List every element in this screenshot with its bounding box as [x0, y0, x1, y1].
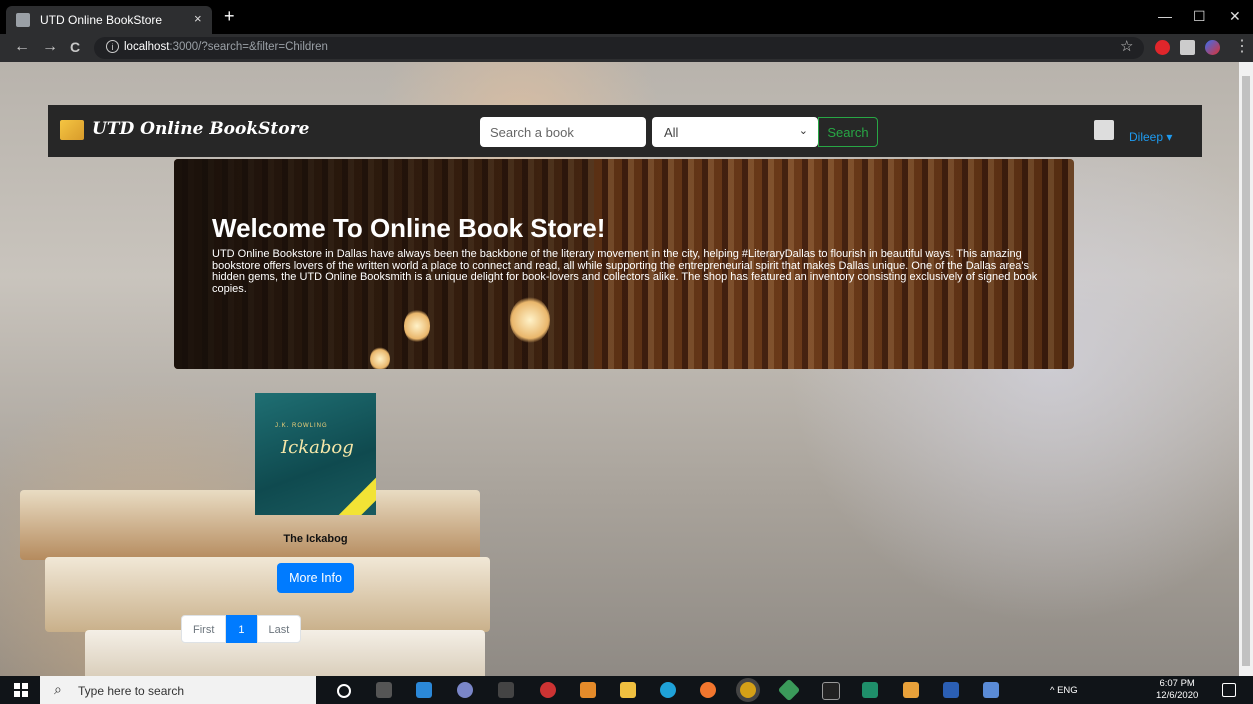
book-title: The Ickabog [283, 533, 348, 545]
address-toolbar: ← → C i localhost:3000/?search=&filter=C… [0, 34, 1253, 62]
task-view-icon[interactable] [376, 682, 392, 698]
chevron-down-icon: ⌄ [798, 125, 808, 137]
word-icon[interactable] [943, 682, 959, 698]
cover-ribbon [337, 466, 376, 515]
windows-start-icon[interactable] [14, 683, 28, 697]
tab-close-icon[interactable]: × [194, 11, 202, 26]
banner-title: Welcome To Online Book Store! [212, 213, 606, 243]
new-tab-icon[interactable]: + [224, 7, 235, 25]
taskbar-clock[interactable]: 6:07 PM 12/6/2020 [1156, 678, 1198, 702]
lamp-decoration [370, 347, 390, 369]
app-r-icon[interactable] [457, 682, 473, 698]
site-info-icon[interactable]: i [106, 40, 119, 53]
welcome-banner: Welcome To Online Book Store! UTD Online… [174, 159, 1074, 369]
app-orange-icon[interactable] [580, 682, 596, 698]
forward-icon[interactable]: → [42, 39, 58, 55]
bookmark-star-icon[interactable]: ☆ [1120, 39, 1133, 55]
network-app-icon[interactable] [983, 682, 999, 698]
url-path: :3000/?search=&filter=Children [169, 41, 328, 53]
sublime-icon[interactable] [903, 682, 919, 698]
bookstore-logo-icon[interactable] [60, 120, 84, 140]
app-green-icon[interactable] [862, 682, 878, 698]
window-close-icon[interactable]: ✕ [1229, 8, 1241, 25]
page-last-button[interactable]: Last [256, 615, 302, 643]
console-icon[interactable] [822, 682, 840, 700]
git-icon[interactable] [777, 678, 801, 702]
site-navbar: UTD Online BookStore All ⌄ Search Dileep… [48, 105, 1202, 157]
scrollbar-thumb[interactable] [1242, 76, 1250, 666]
app-spider-icon[interactable] [540, 682, 556, 698]
back-icon[interactable]: ← [14, 39, 30, 55]
browser-tab-bar: UTD Online BookStore × + — ☐ ✕ [0, 0, 1253, 34]
url-host: localhost [124, 41, 170, 53]
mail-icon[interactable] [416, 682, 432, 698]
more-info-button[interactable]: More Info [277, 563, 354, 593]
book-cover-image[interactable]: J.K. ROWLING Ickabog [255, 393, 376, 515]
edge-icon[interactable] [660, 682, 676, 698]
user-dropdown[interactable]: Dileep ▾ [1129, 130, 1172, 144]
cortana-icon[interactable] [337, 684, 351, 698]
browser-tab[interactable]: UTD Online BookStore × [6, 6, 212, 34]
cover-title: Ickabog [281, 437, 354, 458]
firefox-icon[interactable] [700, 682, 716, 698]
cart-icon[interactable] [1094, 120, 1114, 140]
url-bar[interactable]: i localhost:3000/?search=&filter=Childre… [94, 37, 1144, 59]
brand-name[interactable]: UTD Online BookStore [92, 119, 309, 139]
minimize-icon[interactable]: — [1158, 8, 1172, 24]
lamp-decoration [510, 297, 550, 343]
page-number-button[interactable]: 1 [226, 615, 257, 643]
reload-icon[interactable]: C [70, 39, 80, 55]
taskbar-search-placeholder: Type here to search [78, 684, 185, 698]
chrome-icon[interactable] [740, 682, 756, 698]
browser-menu-icon[interactable]: ⋮ [1234, 39, 1250, 55]
extension-adblock-icon[interactable] [1155, 40, 1170, 55]
search-icon: ⌕ [54, 681, 62, 697]
filter-selected-value: All [664, 125, 679, 140]
maximize-icon[interactable]: ☐ [1193, 8, 1206, 25]
tab-title: UTD Online BookStore [40, 13, 163, 27]
notification-center-icon[interactable] [1222, 683, 1236, 697]
category-filter-select[interactable]: All ⌄ [652, 117, 818, 147]
clock-time: 6:07 PM [1159, 678, 1195, 689]
profile-avatar-icon[interactable] [1205, 40, 1220, 55]
clock-date: 12/6/2020 [1156, 690, 1199, 701]
url-text: localhost:3000/?search=&filter=Children [124, 41, 328, 53]
file-explorer-icon[interactable] [620, 682, 636, 698]
extensions-puzzle-icon[interactable] [1180, 40, 1195, 55]
site-favicon-icon [16, 13, 30, 27]
cover-author: J.K. ROWLING [275, 423, 328, 429]
search-button[interactable]: Search [818, 117, 878, 147]
windows-taskbar: ⌕ Type here to search ^ ENG 6:07 PM 12/6… [0, 676, 1253, 704]
page-scrollbar[interactable] [1239, 62, 1253, 676]
page-viewport: UTD Online BookStore All ⌄ Search Dileep… [0, 62, 1253, 676]
lamp-decoration [404, 309, 430, 343]
terminal-icon[interactable] [498, 682, 514, 698]
search-input[interactable] [480, 117, 646, 147]
page-first-button[interactable]: First [181, 615, 227, 643]
taskbar-search-box[interactable]: ⌕ Type here to search [40, 676, 316, 704]
pagination: First 1 Last [181, 615, 302, 643]
system-tray[interactable]: ^ ENG [1050, 685, 1078, 696]
banner-description: UTD Online Bookstore in Dallas have alwa… [212, 248, 1038, 295]
background-book-decoration [20, 490, 480, 560]
